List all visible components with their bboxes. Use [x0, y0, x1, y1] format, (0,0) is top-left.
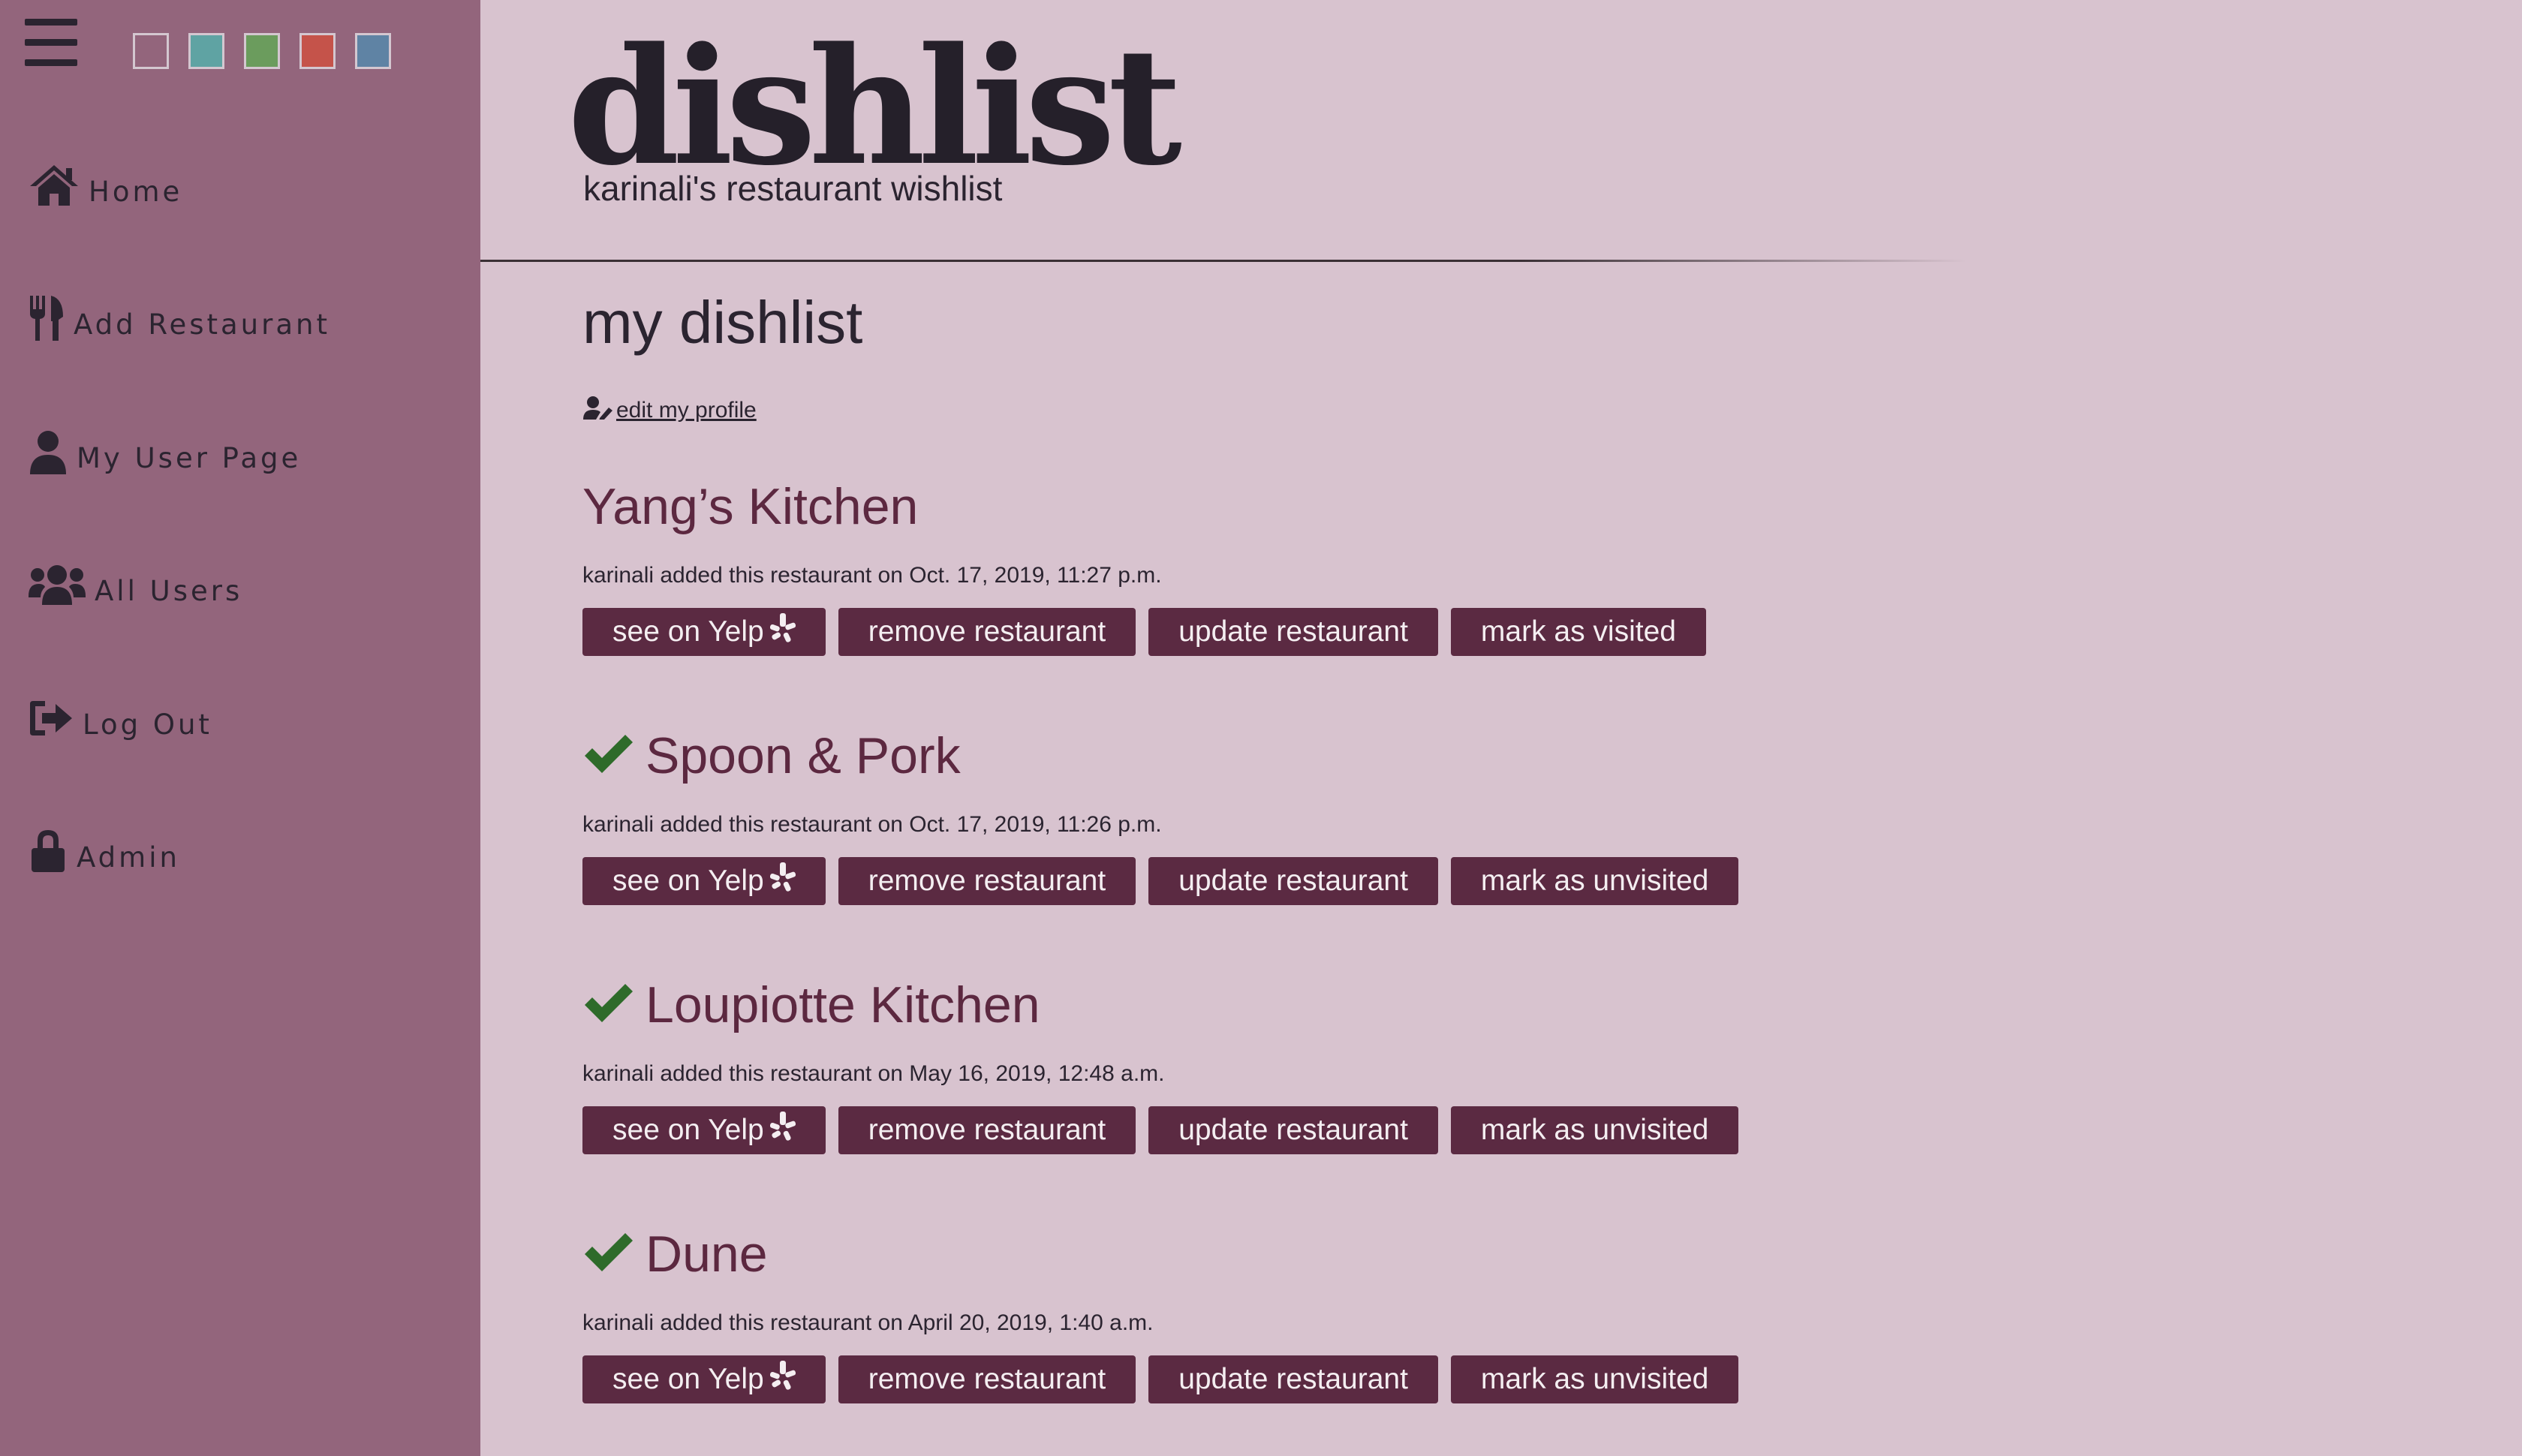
restaurant-name[interactable]: Spoon & Pork [646, 726, 961, 785]
yelp-icon [764, 613, 796, 651]
see-on-yelp-label: see on Yelp [612, 1363, 764, 1395]
see-on-yelp-button[interactable]: see on Yelp [582, 608, 826, 656]
sign-out-icon [29, 699, 74, 741]
restaurant-meta: karinali added this restaurant on Oct. 1… [582, 563, 1162, 588]
yelp-icon [764, 1361, 796, 1398]
see-on-yelp-button[interactable]: see on Yelp [582, 1106, 826, 1154]
edit-profile-label: edit my profile [616, 398, 757, 423]
sidebar-item-label: Home [89, 175, 183, 208]
restaurant-card: Loupiotte Kitchen karinali added this re… [582, 971, 1858, 1154]
check-icon [582, 733, 635, 779]
restaurant-title: Loupiotte Kitchen [582, 971, 1858, 1039]
restaurant-card: Yang’s Kitchen karinali added this resta… [582, 473, 1858, 656]
page-title: my dishlist [582, 289, 863, 356]
update-restaurant-button[interactable]: update restaurant [1148, 857, 1438, 905]
sidebar-item-label: Log Out [83, 708, 212, 741]
home-icon [29, 164, 80, 211]
remove-restaurant-button[interactable]: remove restaurant [838, 1355, 1136, 1403]
theme-swatch-red[interactable] [299, 33, 336, 69]
see-on-yelp-label: see on Yelp [612, 1114, 764, 1146]
update-restaurant-button[interactable]: update restaurant [1148, 608, 1438, 656]
sidebar-item-label: All Users [95, 574, 243, 607]
remove-restaurant-button[interactable]: remove restaurant [838, 857, 1136, 905]
header-divider [480, 260, 1967, 262]
restaurant-actions: see on Yelp remove restaurant update res… [582, 608, 1858, 656]
check-icon [582, 982, 635, 1028]
restaurant-card: Dune karinali added this restaurant on A… [582, 1220, 1858, 1403]
sidebar-item-label: Admin [77, 841, 180, 874]
sidebar-item-my-user-page[interactable]: My User Page [29, 427, 301, 480]
restaurant-title: Dune [582, 1220, 1858, 1288]
sidebar-item-home[interactable]: Home [29, 161, 182, 213]
mark-unvisited-button[interactable]: mark as unvisited [1450, 1106, 1739, 1154]
check-icon [582, 1232, 635, 1277]
mark-visited-button[interactable]: mark as visited [1450, 608, 1706, 656]
yelp-icon [764, 862, 796, 900]
mark-unvisited-button[interactable]: mark as unvisited [1450, 857, 1739, 905]
users-icon [29, 564, 86, 609]
user-edit-icon [583, 396, 616, 426]
theme-swatches [133, 33, 411, 69]
edit-profile-link[interactable]: edit my profile [583, 396, 757, 426]
yelp-icon [764, 1112, 796, 1149]
sidebar-item-label: My User Page [77, 441, 302, 474]
restaurant-actions: see on Yelp remove restaurant update res… [582, 1355, 1858, 1403]
theme-swatch-blue[interactable] [355, 33, 391, 69]
sidebar-item-add-restaurant[interactable]: Add Restaurant [29, 293, 330, 346]
utensils-icon [29, 294, 65, 346]
main-content: dishlist karinali's restaurant wishlist … [480, 0, 2522, 1456]
update-restaurant-button[interactable]: update restaurant [1148, 1106, 1438, 1154]
see-on-yelp-label: see on Yelp [612, 615, 764, 648]
restaurant-meta: karinali added this restaurant on May 16… [582, 1061, 1165, 1086]
user-icon [29, 429, 68, 478]
restaurant-actions: see on Yelp remove restaurant update res… [582, 857, 1858, 905]
theme-swatch-green[interactable] [244, 33, 280, 69]
remove-restaurant-button[interactable]: remove restaurant [838, 1106, 1136, 1154]
restaurant-card: Spoon & Pork karinali added this restaur… [582, 722, 1858, 905]
restaurant-name[interactable]: Yang’s Kitchen [582, 477, 918, 536]
restaurant-name[interactable]: Loupiotte Kitchen [646, 976, 1040, 1034]
sidebar-item-all-users[interactable]: All Users [29, 560, 242, 612]
see-on-yelp-label: see on Yelp [612, 865, 764, 897]
hamburger-menu-icon[interactable] [25, 19, 77, 67]
site-logo[interactable]: dishlist [567, 27, 1182, 188]
lock-icon [29, 829, 68, 877]
update-restaurant-button[interactable]: update restaurant [1148, 1355, 1438, 1403]
mark-unvisited-button[interactable]: mark as unvisited [1450, 1355, 1739, 1403]
sidebar-item-log-out[interactable]: Log Out [29, 693, 212, 746]
see-on-yelp-button[interactable]: see on Yelp [582, 1355, 826, 1403]
site-tagline: karinali's restaurant wishlist [583, 169, 1003, 208]
sidebar-item-admin[interactable]: Admin [29, 826, 180, 879]
remove-restaurant-button[interactable]: remove restaurant [838, 608, 1136, 656]
sidebar: Home Add Restaurant My User Page All Use… [0, 0, 480, 1456]
restaurant-title: Spoon & Pork [582, 722, 1858, 790]
restaurant-meta: karinali added this restaurant on April … [582, 1310, 1154, 1335]
sidebar-item-label: Add Restaurant [74, 308, 330, 341]
theme-swatch-mauve[interactable] [133, 33, 169, 69]
see-on-yelp-button[interactable]: see on Yelp [582, 857, 826, 905]
restaurant-meta: karinali added this restaurant on Oct. 1… [582, 812, 1162, 837]
theme-swatch-teal[interactable] [188, 33, 224, 69]
restaurant-name[interactable]: Dune [646, 1225, 768, 1283]
restaurant-title: Yang’s Kitchen [582, 473, 1858, 540]
restaurant-actions: see on Yelp remove restaurant update res… [582, 1106, 1858, 1154]
